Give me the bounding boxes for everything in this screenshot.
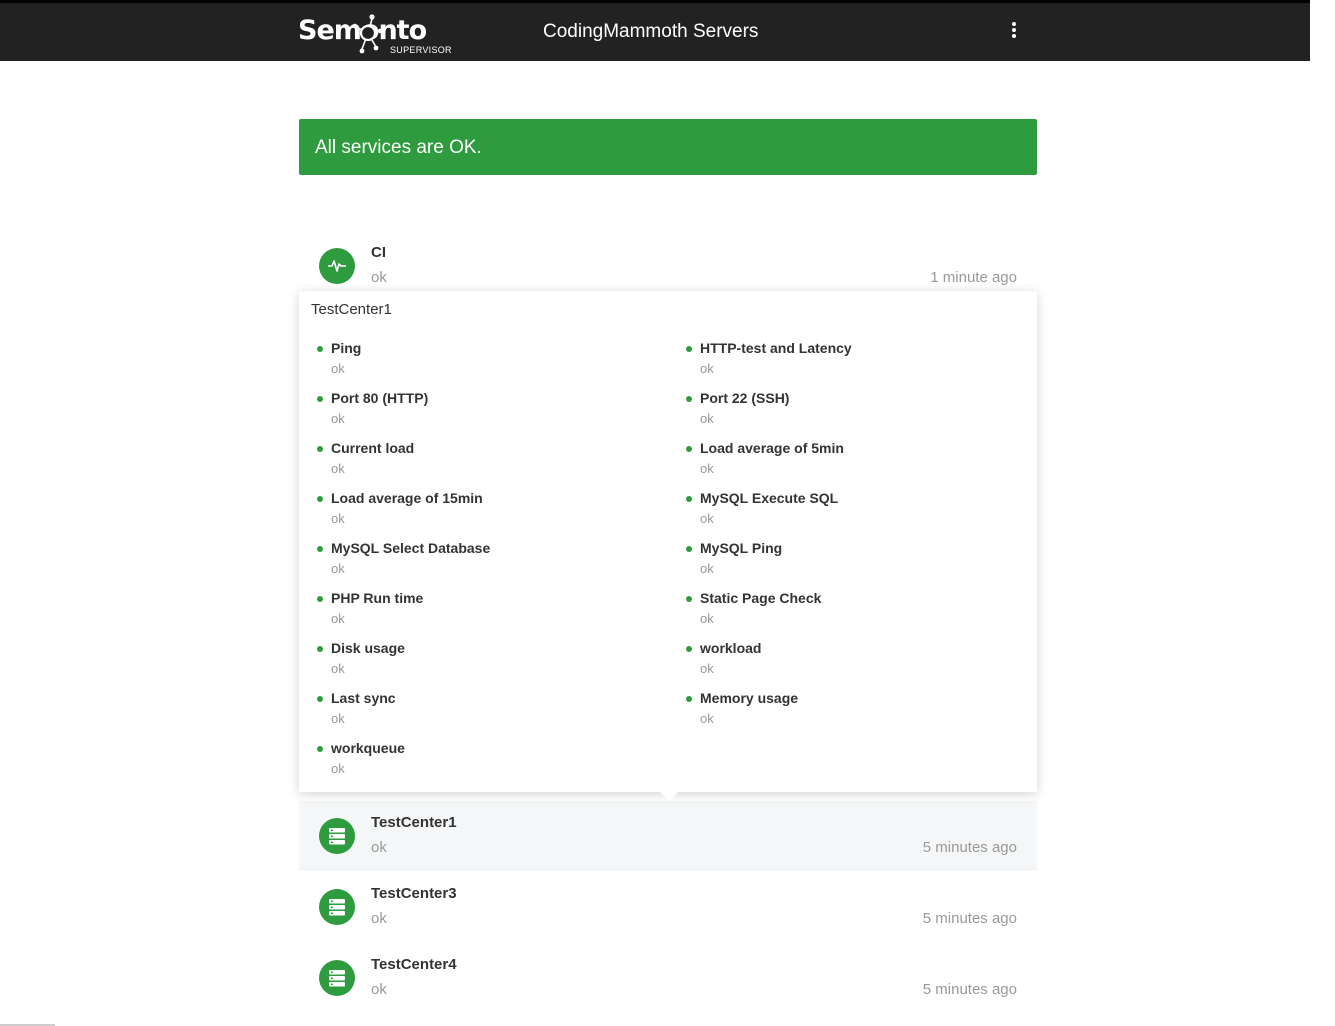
check-status: ok [331,711,345,726]
status-dot-icon [686,396,692,402]
kebab-menu-icon [1012,22,1016,26]
check-name: Static Page Check [700,590,822,606]
service-last-check: 5 minutes ago [922,839,1017,856]
page-title: CodingMammoth Servers [543,21,759,42]
check-item: MySQL Select Database ok [317,540,637,580]
check-name: Current load [331,440,415,456]
check-name: workqueue [331,740,405,756]
check-name: PHP Run time [331,590,424,606]
logo-subtitle: SUPERVISOR [390,45,452,55]
check-item: workload ok [686,640,1006,680]
check-item: workqueue ok [317,740,637,780]
check-item: Load average of 5min ok [686,440,1006,480]
server-icon [319,889,355,925]
check-status: ok [700,561,714,576]
service-status: ok [371,839,387,856]
more-options-button[interactable] [1004,20,1024,44]
check-name: MySQL Execute SQL [700,490,839,506]
check-name: Memory usage [700,690,799,706]
check-item: HTTP-test and Latency ok [686,340,1006,380]
service-row-testcenter4[interactable]: TestCenter4 ok 5 minutes ago [299,943,1037,1013]
service-last-check: 1 minute ago [930,269,1017,286]
check-item: Port 80 (HTTP) ok [317,390,637,430]
service-checks-popup: TestCenter1 Ping ok HTTP-test and Latency o… [299,291,1037,792]
check-item: Current load ok [317,440,637,480]
status-alert-text: All services are OK. [315,137,482,158]
check-name: Last sync [331,690,396,706]
check-status: ok [700,411,714,426]
status-dot-icon [317,746,323,752]
check-status: ok [700,361,714,376]
status-dot-icon [686,696,692,702]
service-last-check: 5 minutes ago [922,910,1017,927]
service-name: TestCenter3 [371,885,457,902]
popup-arrow [660,792,678,801]
status-dot-icon [686,596,692,602]
status-dot-icon [317,696,323,702]
check-name: HTTP-test and Latency [700,340,852,356]
service-name: TestCenter1 [371,814,457,831]
check-item: MySQL Ping ok [686,540,1006,580]
server-icon [319,960,355,996]
service-name: TestCenter4 [371,956,457,973]
network-icon [352,14,382,54]
status-dot-icon [686,346,692,352]
status-dot-icon [686,646,692,652]
check-name: MySQL Select Database [331,540,491,556]
check-status: ok [700,461,714,476]
check-name: workload [700,640,762,656]
status-dot-icon [317,446,323,452]
status-dot-icon [686,496,692,502]
check-status: ok [331,611,345,626]
service-name: CI [371,244,386,261]
service-status: ok [371,981,387,998]
check-name: Port 22 (SSH) [700,390,790,406]
check-status: ok [700,511,714,526]
check-status: ok [700,711,714,726]
check-item: PHP Run time ok [317,590,637,630]
status-dot-icon [317,646,323,652]
check-item: MySQL Execute SQL ok [686,490,1006,530]
check-name: Disk usage [331,640,405,656]
service-status: ok [371,910,387,927]
check-name: Load average of 15min [331,490,483,506]
check-name: Load average of 5min [700,440,844,456]
check-item: Static Page Check ok [686,590,1006,630]
semonto-logo[interactable]: Semonto SUPERVISOR [298,11,458,57]
status-dot-icon [317,546,323,552]
pulse-icon [319,248,355,284]
top-navbar: Semonto SUPERVISOR CodingMammoth Servers [0,0,1310,61]
check-status: ok [331,411,345,426]
check-status: ok [331,461,345,476]
status-dot-icon [686,446,692,452]
check-status: ok [331,661,345,676]
status-dot-icon [317,346,323,352]
check-status: ok [331,561,345,576]
check-item: Load average of 15min ok [317,490,637,530]
status-alert: All services are OK. [299,119,1037,175]
server-icon [319,818,355,854]
check-name: Port 80 (HTTP) [331,390,429,406]
check-item: Memory usage ok [686,690,1006,730]
check-name: MySQL Ping [700,540,783,556]
status-dot-icon [317,596,323,602]
check-status: ok [700,611,714,626]
check-item: Ping ok [317,340,637,380]
check-status: ok [331,761,345,776]
check-status: ok [700,661,714,676]
check-name: Ping [331,340,362,356]
service-row-testcenter1[interactable]: TestCenter1 ok 5 minutes ago [299,801,1037,871]
check-item: Disk usage ok [317,640,637,680]
check-status: ok [331,511,345,526]
status-dot-icon [317,396,323,402]
status-dot-icon [317,496,323,502]
service-status: ok [371,269,387,286]
check-status: ok [331,361,345,376]
service-row-testcenter3[interactable]: TestCenter3 ok 5 minutes ago [299,872,1037,942]
status-dot-icon [686,546,692,552]
service-last-check: 5 minutes ago [922,981,1017,998]
check-item: Last sync ok [317,690,637,730]
popup-title: TestCenter1 [311,301,392,318]
check-item: Port 22 (SSH) ok [686,390,1006,430]
